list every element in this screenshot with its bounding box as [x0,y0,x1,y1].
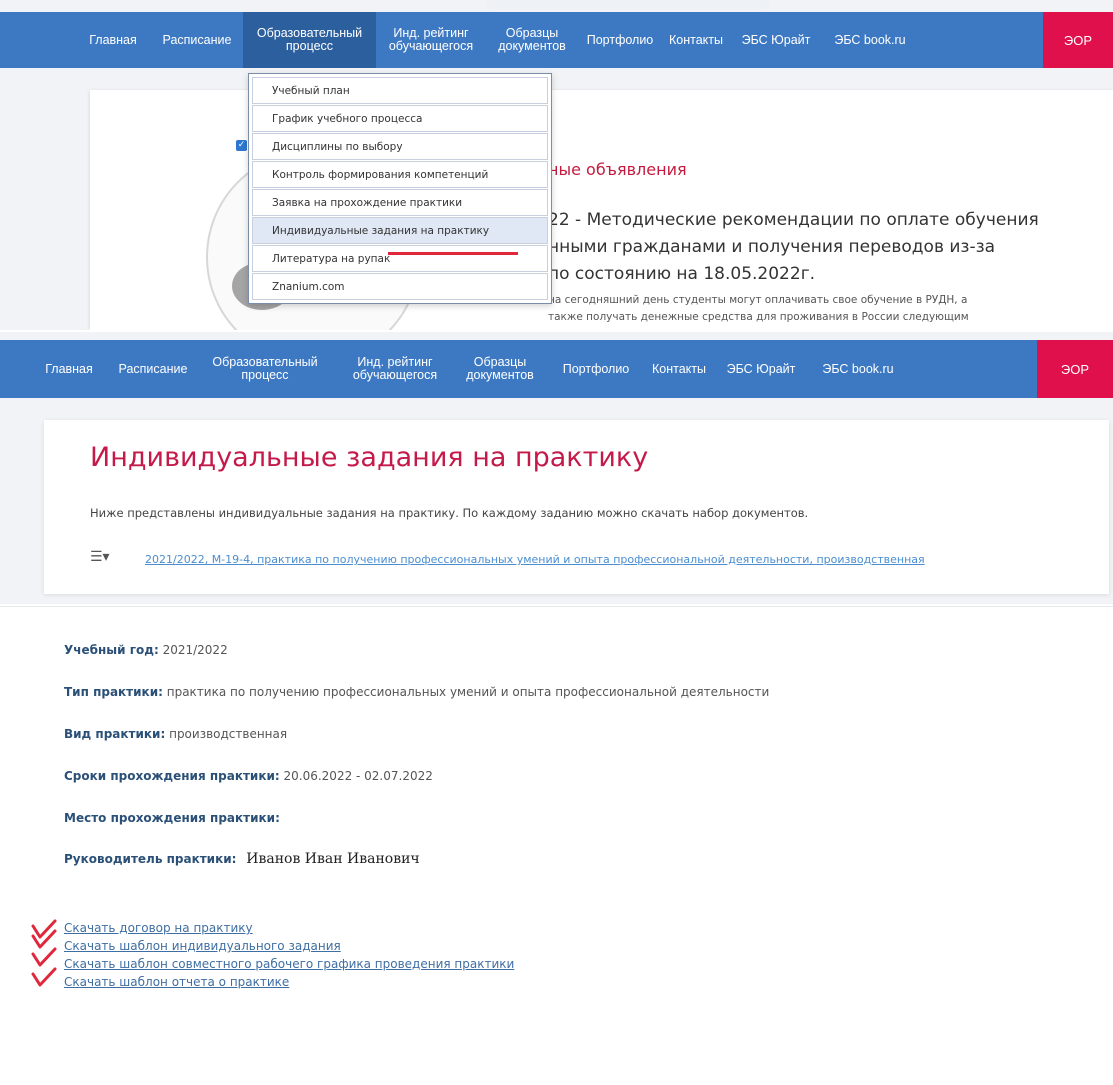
red-check-icon [31,947,57,967]
detail-type-label: Тип практики: [64,685,163,699]
news-heading: ные объявления [548,160,687,179]
download-contract-link[interactable]: Скачать договор на практику [64,921,253,935]
education-process-dropdown: Учебный план График учебного процесса Ди… [248,73,552,304]
nav-home[interactable]: Главная [72,12,154,68]
download-individual-task-link[interactable]: Скачать шаблон индивидуального задания [64,939,341,953]
checkbox-icon[interactable]: ✓ [236,140,247,151]
nav-rating[interactable]: Инд. рейтинг обучающегося [376,12,486,68]
screenshot-panel-tasks-list: Главная Расписание Образовательный проце… [0,332,1113,604]
detail-dates-label: Сроки прохождения практики: [64,769,280,783]
page-title: Индивидуальные задания на практику [90,442,649,473]
nav-rating[interactable]: Инд. рейтинг обучающегося [340,340,450,398]
nav-ebs-urait[interactable]: ЭБС Юрайт [732,12,820,68]
nav-ebs-bookru[interactable]: ЭБС book.ru [806,340,910,398]
download-report-template-link[interactable]: Скачать шаблон отчета о практике [64,975,289,989]
screenshot-panel-task-details: Учебный год: 2021/2022 Тип практики: пра… [0,606,1113,1085]
nav-education-process[interactable]: Образовательный процесс [243,12,376,68]
detail-supervisor-value: Иванов Иван Иванович [246,851,420,867]
page-intro: Ниже представлены индивидуальные задания… [90,506,809,520]
dropdown-item-competencies[interactable]: Контроль формирования компетенций [252,161,548,188]
nav-schedule[interactable]: Расписание [154,12,240,68]
top-navbar: Главная Расписание Образовательный проце… [0,12,1113,68]
top-navbar: Главная Расписание Образовательный проце… [0,340,1113,398]
nav-zor-button[interactable]: ЭОР [1043,12,1113,68]
detail-type-value: практика по получению профессиональных у… [166,685,770,699]
detail-year: Учебный год: 2021/2022 [64,643,228,657]
detail-dates-value: 20.06.2022 - 02.07.2022 [283,769,433,783]
news-headline[interactable]: 22 - Методические рекомендации по оплате… [548,207,1078,288]
nav-doc-samples[interactable]: Образцы документов [450,340,550,398]
detail-kind: Вид практики: производственная [64,727,287,741]
dropdown-item-znanium[interactable]: Znanium.com [252,273,548,300]
detail-kind-value: производственная [169,727,288,741]
news-headline-line: по состоянию на 18.05.2022г. [548,264,816,284]
nav-contacts[interactable]: Контакты [660,12,732,68]
news-headline-line: нными гражданами и получения переводов и… [548,237,996,257]
nav-education-process[interactable]: Образовательный процесс [200,340,330,398]
browser-tab-strip [486,0,770,10]
detail-year-label: Учебный год: [64,643,159,657]
nav-ebs-urait[interactable]: ЭБС Юрайт [716,340,806,398]
news-body-line: также получать денежные средства для про… [548,311,969,323]
dropdown-item-literature[interactable]: Литература на рупак [252,245,548,272]
nav-ebs-bookru[interactable]: ЭБС book.ru [820,12,920,68]
dropdown-item-schedule[interactable]: График учебного процесса [252,105,548,132]
detail-place: Место прохождения практики: [64,811,280,825]
detail-kind-label: Вид практики: [64,727,166,741]
nav-zor-button[interactable]: ЭОР [1037,340,1113,398]
dropdown-item-curriculum[interactable]: Учебный план [252,77,548,104]
download-work-schedule-link[interactable]: Скачать шаблон совместного рабочего граф… [64,957,514,971]
dropdown-item-individual-tasks[interactable]: Индивидуальные задания на практику [252,217,548,244]
practice-task-link[interactable]: 2021/2022, М-19-4, практика по получению… [90,551,1030,568]
nav-home[interactable]: Главная [28,340,110,398]
annotation-underline [388,252,518,255]
detail-supervisor-label: Руководитель практики: [64,852,237,866]
news-body: на сегодняшний день студенты могут оплач… [548,292,1048,326]
detail-dates: Сроки прохождения практики: 20.06.2022 -… [64,769,433,783]
dropdown-item-practice-request[interactable]: Заявка на прохождение практики [252,189,548,216]
nav-contacts[interactable]: Контакты [642,340,716,398]
dropdown-item-electives[interactable]: Дисциплины по выбору [252,133,548,160]
nav-schedule[interactable]: Расписание [110,340,196,398]
detail-place-label: Место прохождения практики: [64,811,280,825]
screenshot-panel-menu: Главная Расписание Образовательный проце… [0,0,1113,330]
red-check-icon [31,967,57,987]
news-headline-line: 22 - Методические рекомендации по оплате… [548,210,1039,230]
detail-supervisor: Руководитель практики: Иванов Иван Ивано… [64,851,420,867]
nav-portfolio[interactable]: Портфолио [550,340,642,398]
detail-year-value: 2021/2022 [162,643,228,657]
news-body-line: на сегодняшний день студенты могут оплач… [548,294,968,306]
nav-doc-samples[interactable]: Образцы документов [486,12,578,68]
nav-portfolio[interactable]: Портфолио [580,12,660,68]
detail-type: Тип практики: практика по получению проф… [64,685,769,699]
